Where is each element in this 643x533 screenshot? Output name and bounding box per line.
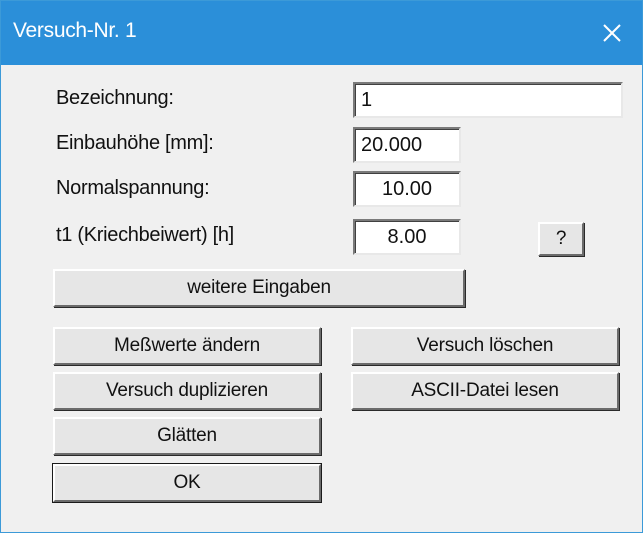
- einbauhoehe-label: Einbauhöhe [mm]:: [56, 132, 214, 154]
- close-button[interactable]: [582, 1, 642, 65]
- window-title: Versuch-Nr. 1: [13, 19, 137, 42]
- dialog-window: Versuch-Nr. 1 Bezeichnung: 1 Einbauhöhe …: [0, 0, 643, 533]
- help-button[interactable]: ?: [538, 222, 584, 256]
- t1-label: t1 (Kriechbeiwert) [h]: [56, 224, 234, 246]
- bezeichnung-input[interactable]: 1: [353, 82, 623, 118]
- title-bar[interactable]: Versuch-Nr. 1: [1, 1, 642, 65]
- einbauhoehe-input[interactable]: 20.000: [353, 127, 461, 163]
- versuch-duplizieren-button[interactable]: Versuch duplizieren: [53, 372, 321, 410]
- close-icon: [603, 24, 621, 42]
- t1-input[interactable]: 8.00: [353, 219, 461, 255]
- weitere-eingaben-button[interactable]: weitere Eingaben: [53, 269, 465, 307]
- ascii-datei-lesen-button[interactable]: ASCII-Datei lesen: [351, 372, 619, 410]
- ok-button[interactable]: OK: [52, 463, 322, 503]
- normalspannung-input[interactable]: 10.00: [353, 171, 461, 207]
- bezeichnung-label: Bezeichnung:: [56, 87, 174, 109]
- versuch-loeschen-button[interactable]: Versuch löschen: [351, 327, 619, 365]
- normalspannung-label: Normalspannung:: [56, 177, 210, 199]
- glaetten-button[interactable]: Glätten: [53, 417, 321, 455]
- messwerte-aendern-button[interactable]: Meßwerte ändern: [53, 327, 321, 365]
